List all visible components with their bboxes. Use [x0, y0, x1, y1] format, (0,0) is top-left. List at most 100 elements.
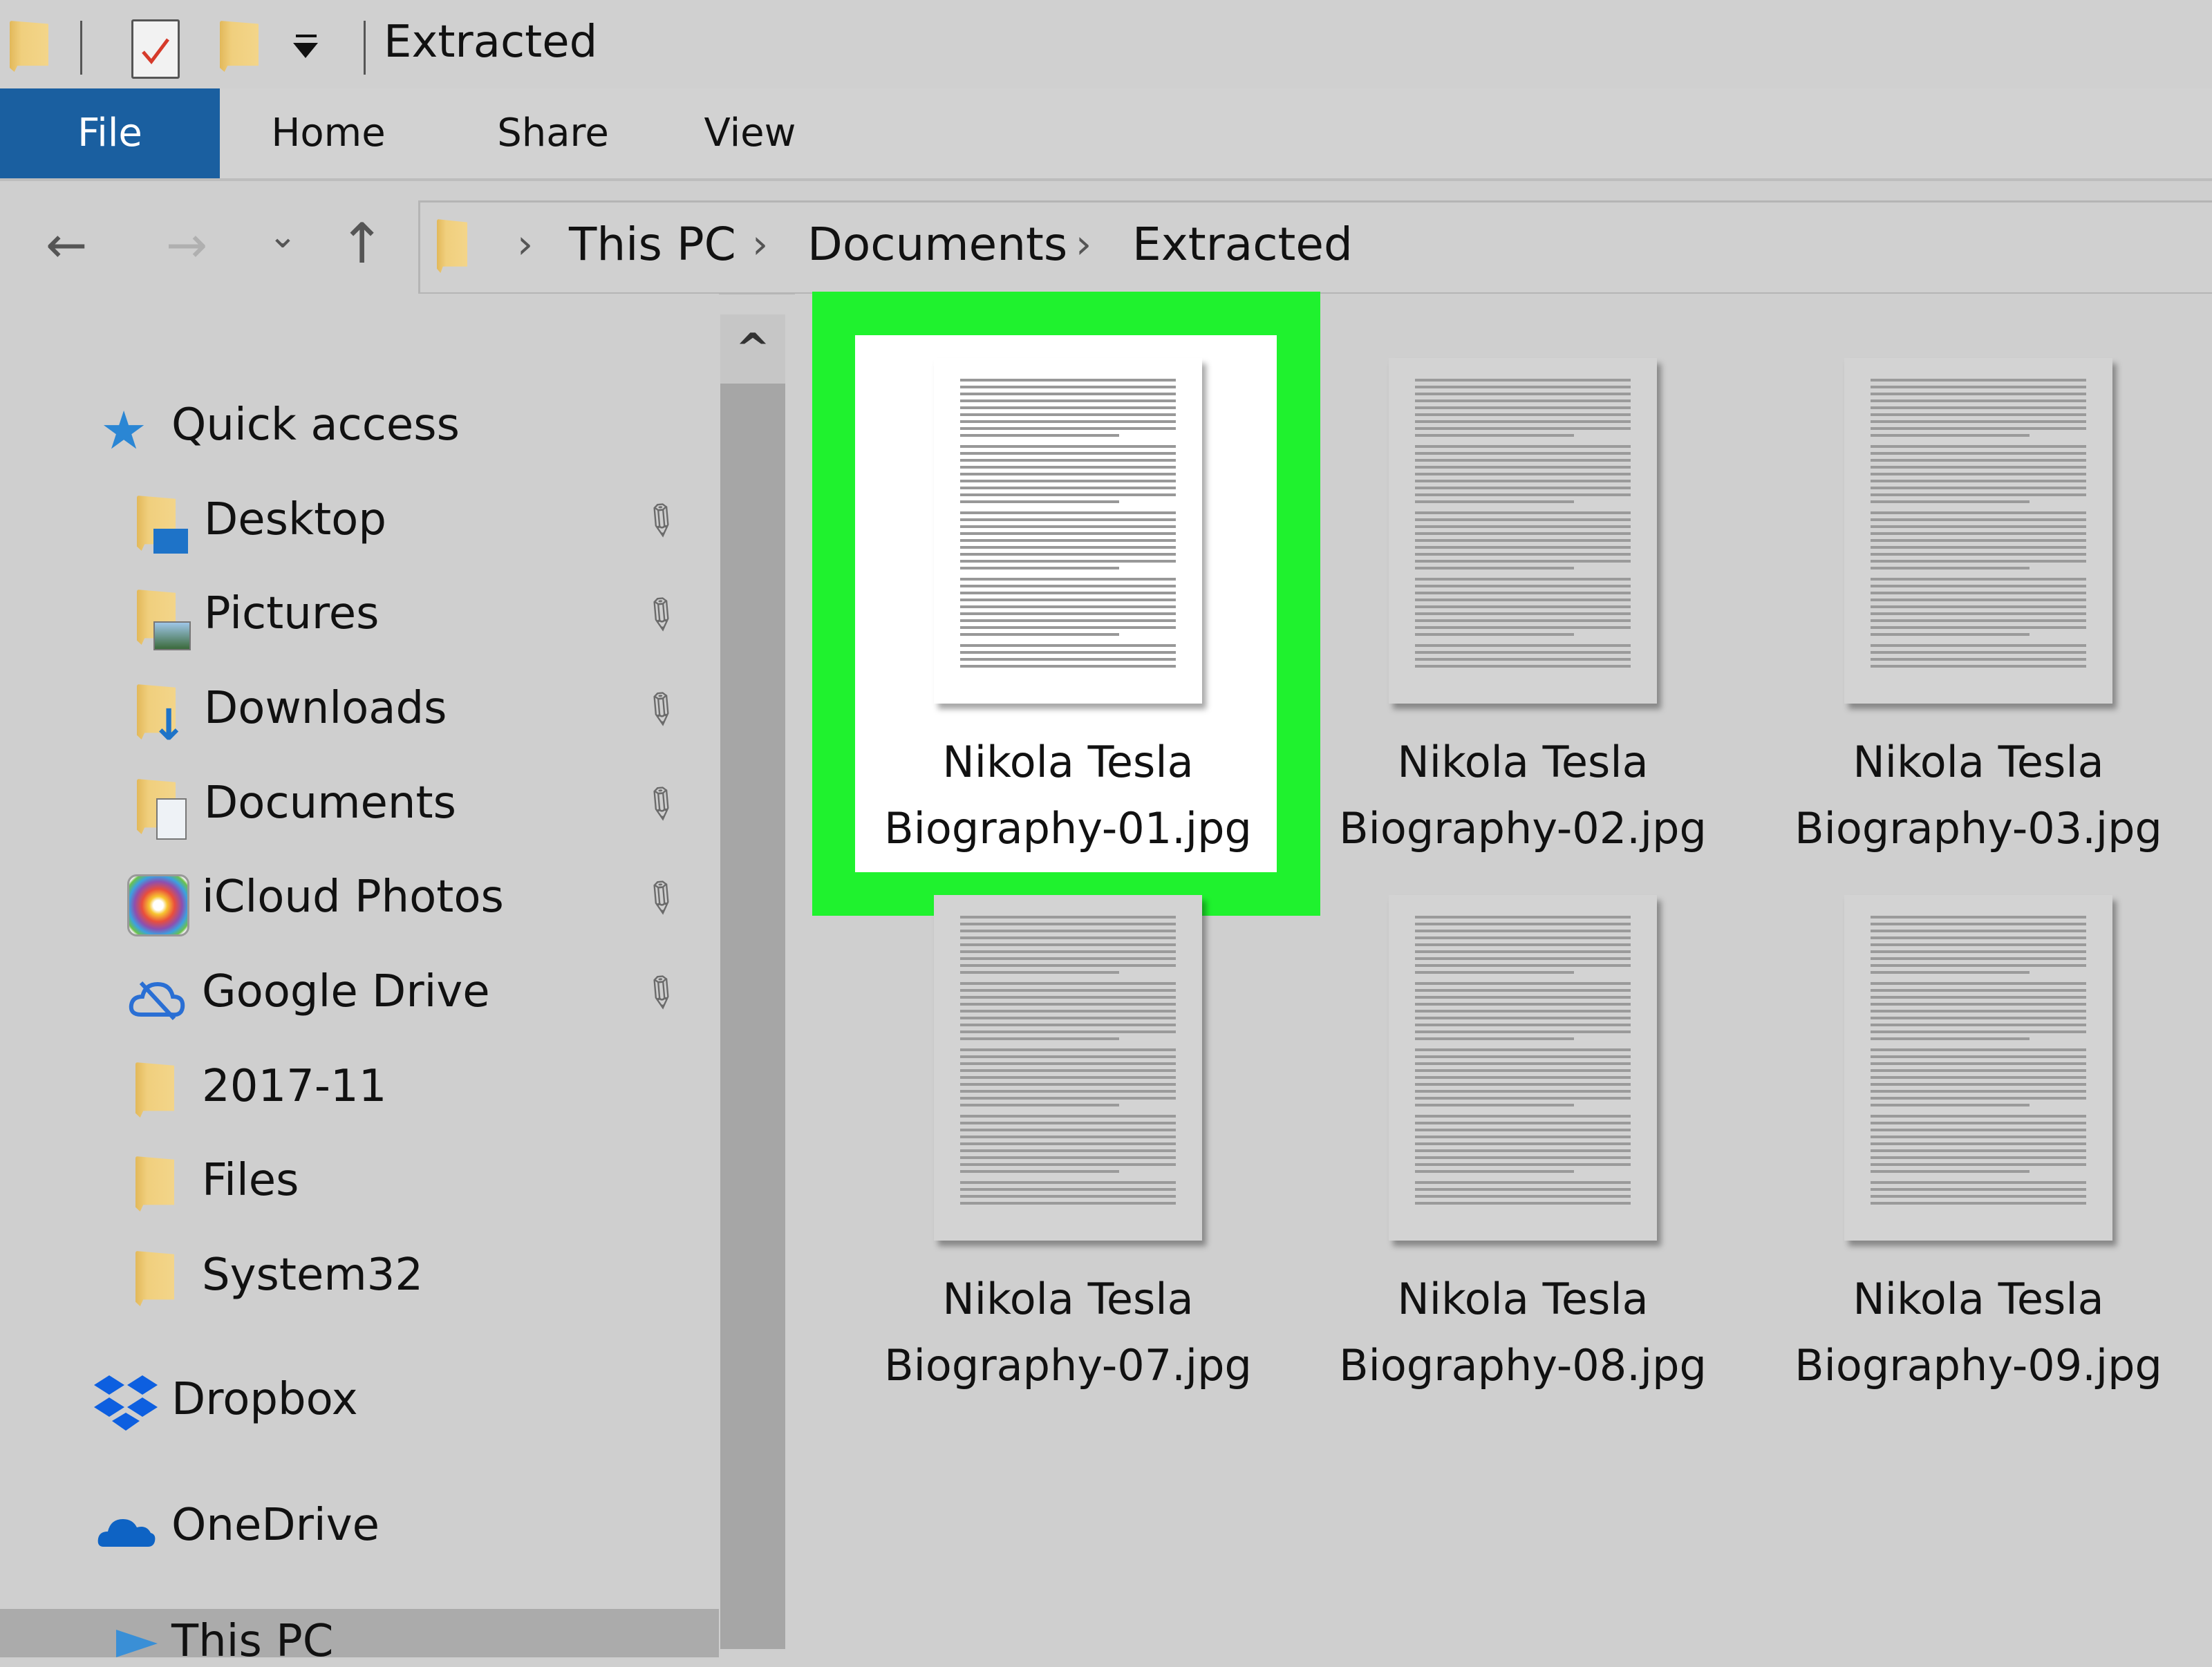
- breadcrumb-separator[interactable]: ›: [752, 220, 768, 267]
- sidebar-item-icloud-photos[interactable]: iCloud Photos ✎: [0, 859, 719, 942]
- tab-file[interactable]: File: [0, 88, 220, 178]
- tab-view[interactable]: View: [691, 88, 809, 178]
- scroll-up-button[interactable]: ^: [720, 314, 785, 384]
- thumbnail-text-line: [960, 658, 1176, 661]
- thumbnail-text-line: [1415, 1142, 1631, 1145]
- sidebar-item-google-drive[interactable]: Google Drive ✎: [0, 954, 719, 1037]
- thumbnail-text-line: [1415, 1076, 1631, 1079]
- sidebar-item-quick-access[interactable]: ★ Quick access: [0, 387, 719, 470]
- thumbnail-text-line: [1871, 1037, 2030, 1040]
- breadcrumb-separator[interactable]: ›: [1076, 220, 1091, 267]
- thumbnail-text-line: [1415, 553, 1631, 556]
- tab-home[interactable]: Home: [256, 88, 401, 178]
- thumbnail-text-line: [1871, 599, 2086, 601]
- title-bar: Extracted: [0, 0, 2212, 88]
- thumbnail-text-line: [1415, 605, 1631, 608]
- sidebar-item-label: Files: [202, 1155, 299, 1206]
- tab-share[interactable]: Share: [477, 88, 629, 178]
- file-thumbnail[interactable]: [1844, 895, 2112, 1241]
- thumbnail-text-line: [1415, 971, 1574, 974]
- breadcrumb-extracted[interactable]: Extracted: [1132, 218, 1353, 271]
- thumbnail-text-line: [1415, 923, 1631, 925]
- thumbnail-text-line: [1415, 1181, 1631, 1184]
- breadcrumb-documents[interactable]: Documents: [807, 218, 1067, 271]
- file-thumbnail[interactable]: [1844, 358, 2112, 704]
- thumbnail-text-line: [1415, 434, 1574, 437]
- thumbnail-text-line: [1871, 971, 2030, 974]
- breadcrumb-this-pc[interactable]: This PC: [569, 218, 736, 271]
- sidebar-item-files[interactable]: Files: [0, 1142, 719, 1225]
- sidebar-item-dropbox[interactable]: Dropbox: [0, 1362, 719, 1444]
- properties-icon[interactable]: [131, 19, 180, 79]
- breadcrumb-separator[interactable]: ›: [517, 220, 533, 267]
- file-name-line1: Nikola Tesla: [1397, 737, 1649, 787]
- sidebar-item-pictures[interactable]: Pictures ✎: [0, 576, 719, 659]
- back-button[interactable]: ←: [46, 216, 87, 274]
- sidebar-item-onedrive[interactable]: OneDrive: [0, 1487, 719, 1570]
- thumbnail-text-line: [960, 525, 1176, 528]
- pin-icon[interactable]: ✎: [631, 680, 689, 740]
- customize-dropdown-icon[interactable]: [293, 35, 321, 58]
- thumbnail-text-line: [960, 567, 1119, 569]
- thumbnail-text-line: [1871, 399, 2086, 402]
- sidebar-item-system32[interactable]: System32: [0, 1237, 719, 1320]
- thumbnail-text-line: [1871, 553, 2086, 556]
- thumbnail-text-line: [1415, 1149, 1631, 1152]
- sidebar-item-downloads[interactable]: ↓ Downloads ✎: [0, 670, 719, 753]
- thumbnail-text-line: [1415, 1055, 1631, 1058]
- pin-icon[interactable]: ✎: [631, 869, 689, 928]
- thumbnail-text-line: [1871, 525, 2086, 528]
- file-name-line2: Biography-01.jpg: [884, 803, 1252, 854]
- pin-icon[interactable]: ✎: [631, 963, 689, 1023]
- thumbnail-text-line: [1871, 393, 2086, 395]
- file-thumbnail[interactable]: [1389, 358, 1657, 704]
- thumbnail-text-line: [1871, 1129, 2086, 1131]
- address-bar[interactable]: › This PC › Documents › Extracted: [418, 200, 2212, 294]
- thumbnail-text-line: [1871, 982, 2086, 985]
- scrollbar-thumb[interactable]: [720, 384, 785, 1649]
- thumbnail-text-line: [960, 619, 1176, 622]
- thumbnail-text-line: [1871, 434, 2030, 437]
- sidebar-item-this-pc[interactable]: This PC: [0, 1609, 719, 1667]
- forward-button[interactable]: →: [166, 216, 207, 274]
- up-button[interactable]: ↑: [339, 211, 385, 276]
- address-folder-icon: [437, 219, 467, 273]
- new-folder-icon[interactable]: [220, 21, 259, 72]
- sidebar-item-label: iCloud Photos: [202, 872, 504, 923]
- file-thumbnail[interactable]: [1389, 895, 1657, 1241]
- pin-icon[interactable]: ✎: [631, 585, 689, 645]
- folder-icon[interactable]: [10, 21, 48, 72]
- folder-icon: [135, 1156, 174, 1212]
- thumbnail-text-line: [960, 452, 1176, 455]
- sidebar-item-documents[interactable]: Documents ✎: [0, 765, 719, 848]
- thumbnail-text-line: [960, 500, 1119, 503]
- thumbnail-text-line: [1415, 445, 1631, 448]
- thumbnail-text-line: [960, 1181, 1176, 1184]
- pin-icon[interactable]: ✎: [631, 491, 689, 551]
- thumbnail-text-line: [960, 1003, 1176, 1006]
- pin-icon[interactable]: ✎: [631, 775, 689, 834]
- sidebar-item-desktop[interactable]: Desktop ✎: [0, 482, 719, 565]
- thumbnail-text-line: [960, 971, 1119, 974]
- thumbnail-text-line: [960, 633, 1119, 636]
- thumbnail-text-line: [1415, 1202, 1631, 1205]
- thumbnail-text-line: [1871, 1115, 2086, 1118]
- thumbnail-text-line: [1871, 936, 2086, 939]
- thumbnail-text-line: [1415, 633, 1574, 636]
- thumbnail-text-line: [1415, 1010, 1631, 1013]
- thumbnail-text-line: [1415, 585, 1631, 587]
- thumbnail-text-line: [960, 950, 1176, 953]
- sidebar-item-label: Google Drive: [202, 966, 490, 1017]
- sidebar-item-2017-11[interactable]: 2017-11: [0, 1048, 719, 1131]
- thumbnail-text-line: [1415, 511, 1631, 514]
- thumbnail-text-line: [1871, 578, 2086, 581]
- sidebar-item-label: OneDrive: [171, 1500, 379, 1551]
- thumbnail-text-line: [960, 445, 1176, 448]
- recent-locations-button[interactable]: ⌄: [268, 216, 297, 256]
- file-thumbnail[interactable]: [934, 895, 1202, 1241]
- thumbnail-text-line: [960, 585, 1176, 587]
- file-thumbnail[interactable]: [934, 358, 1202, 704]
- thumbnail-text-line: [960, 626, 1176, 629]
- thumbnail-text-line: [1415, 1104, 1574, 1106]
- thumbnail-text-line: [1871, 1202, 2086, 1205]
